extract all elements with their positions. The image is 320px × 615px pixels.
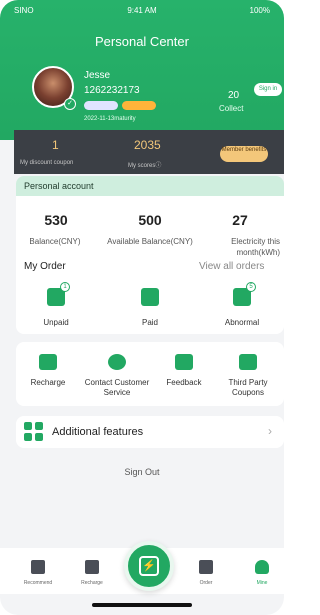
- lightning-scan-icon: ⚡: [139, 556, 159, 576]
- tab-mine-label: Mine: [256, 580, 268, 586]
- coupon-count[interactable]: 1: [52, 138, 59, 152]
- available-balance-label: Available Balance(CNY): [107, 237, 193, 246]
- chevron-right-icon[interactable]: ›: [268, 424, 272, 438]
- verified-icon: ✓: [64, 98, 76, 110]
- service-recharge-label: Recharge: [30, 378, 66, 387]
- electricity-label: Electricity this month(kWh): [231, 237, 280, 257]
- tab-order[interactable]: Order: [184, 560, 228, 586]
- account-card-title: Personal account: [16, 176, 284, 196]
- order-paid[interactable]: Paid: [120, 288, 180, 327]
- page-title: Personal Center: [95, 34, 189, 49]
- recharge-icon: [39, 354, 57, 370]
- sign-out-button[interactable]: Sign Out: [0, 467, 284, 477]
- wallet-icon: 1: [47, 282, 70, 306]
- customer-service-icon: [108, 354, 126, 370]
- scan-charge-button[interactable]: ⚡: [124, 541, 174, 591]
- abnormal-badge: 5: [246, 282, 256, 292]
- person-icon: [255, 560, 269, 574]
- abnormal-order-icon: 5: [233, 282, 256, 306]
- battery-label: 100%: [249, 6, 270, 15]
- recharge-tab-icon: [85, 560, 99, 574]
- my-order-title: My Order: [24, 261, 66, 272]
- info-icon: ⓘ: [155, 163, 162, 169]
- star-icon: [31, 560, 45, 574]
- electricity-value: 27: [232, 212, 248, 228]
- personal-center-screen: SINO 9:41 AM 100% Personal Center ✓ Jess…: [0, 0, 284, 615]
- member-benefits-button[interactable]: Member benefits: [220, 146, 268, 162]
- order-abnormal[interactable]: 5 Abnormal: [212, 282, 272, 327]
- score-label-text: My scores: [128, 163, 156, 169]
- additional-features-label[interactable]: Additional features: [52, 426, 143, 438]
- clipboard-check-icon: [141, 288, 159, 306]
- order-icon: [199, 560, 213, 574]
- order-abnormal-label: Abnormal: [224, 318, 260, 327]
- service-feedback[interactable]: Feedback: [146, 354, 222, 388]
- coupon-label[interactable]: My discount coupon: [20, 160, 73, 166]
- sign-in-button[interactable]: Sign in: [254, 83, 282, 96]
- collect-count[interactable]: 20: [228, 90, 239, 101]
- service-feedback-label: Feedback: [166, 378, 202, 387]
- view-all-orders-link[interactable]: View all orders: [199, 261, 264, 272]
- status-bar: SINO 9:41 AM 100%: [0, 0, 284, 20]
- service-recharge[interactable]: Recharge: [10, 354, 86, 388]
- balance-label: Balance(CNY): [29, 237, 81, 246]
- service-contact[interactable]: Contact Customer Service: [78, 354, 156, 398]
- service-coupons[interactable]: Third Party Coupons: [212, 354, 284, 398]
- collect-label[interactable]: Collect: [219, 104, 243, 113]
- level-tag-icon: [122, 101, 156, 110]
- tab-recharge[interactable]: Recharge: [70, 560, 114, 586]
- tab-mine[interactable]: Mine: [240, 560, 284, 586]
- score-count[interactable]: 2035: [134, 138, 161, 152]
- available-balance-value: 500: [138, 212, 162, 228]
- user-phone: 1262232173: [84, 85, 140, 96]
- score-label[interactable]: My scoresⓘ: [128, 160, 161, 169]
- feedback-icon: [175, 354, 193, 370]
- tab-recommend[interactable]: Recommend: [16, 560, 60, 586]
- clock: 9:41 AM: [127, 6, 157, 15]
- order-paid-label: Paid: [141, 318, 158, 327]
- service-coupons-label: Third Party Coupons: [228, 378, 268, 397]
- member-tag-icon: [84, 101, 118, 110]
- order-unpaid-label: Unpaid: [43, 318, 69, 327]
- service-contact-label: Contact Customer Service: [84, 378, 150, 397]
- tab-recharge-label: Recharge: [81, 580, 103, 586]
- maturity-date: 2022-11-13maturity: [84, 116, 136, 122]
- balance-value: 530: [44, 212, 68, 228]
- home-indicator: [92, 603, 192, 607]
- coupon-icon: [239, 354, 257, 370]
- unpaid-badge: 1: [60, 282, 70, 292]
- grid-icon: [24, 422, 44, 442]
- tab-order-label: Order: [199, 580, 213, 586]
- user-name: Jesse: [84, 70, 111, 81]
- tab-recommend-label: Recommend: [23, 580, 53, 586]
- order-unpaid[interactable]: 1 Unpaid: [26, 282, 86, 327]
